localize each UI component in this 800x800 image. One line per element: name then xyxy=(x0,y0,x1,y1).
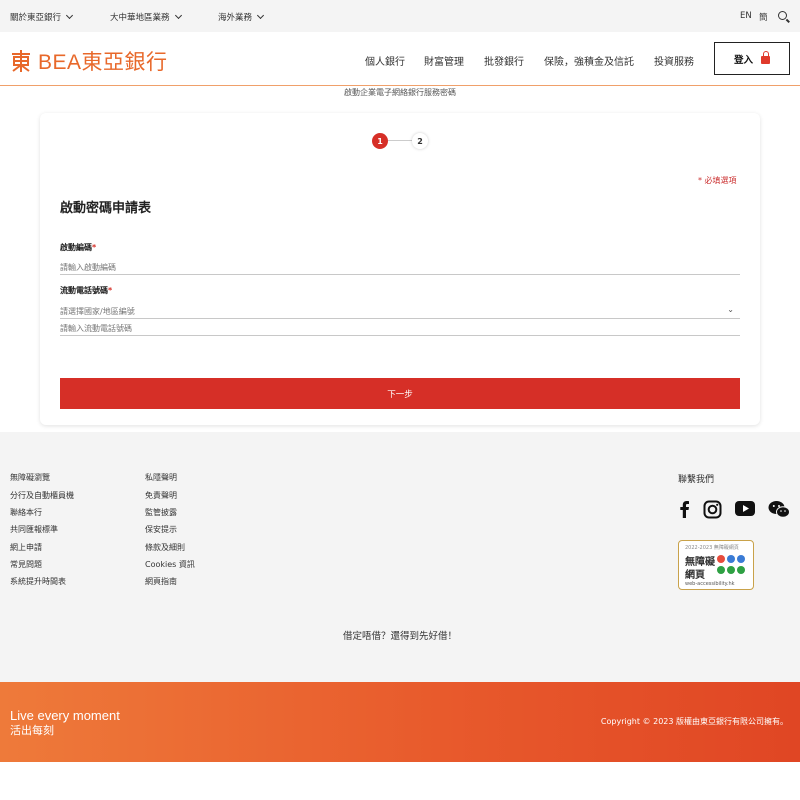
topbar-link-overseas[interactable]: 海外業務 xyxy=(218,11,265,23)
next-step-button[interactable]: 下一步 xyxy=(60,378,740,409)
step-indicator-1: 1 xyxy=(372,133,388,149)
tagline-chinese: 活出每刻 xyxy=(10,724,54,737)
country-code-select[interactable]: 請選擇國家/地區編號 ⌄ xyxy=(60,303,740,319)
bea-emblem-icon xyxy=(12,50,30,72)
site-footer: 無障礙瀏覽 分行及自動櫃員機 聯絡本行 共同匯報標準 網上申請 常見問題 系統提… xyxy=(0,432,800,682)
youtube-icon[interactable] xyxy=(735,501,755,516)
footer-link-accessibility[interactable]: 無障礙瀏覽 xyxy=(10,472,50,483)
wechat-icon[interactable] xyxy=(768,500,790,519)
footer-link-system-schedule[interactable]: 系統提升時間表 xyxy=(10,576,66,587)
chevron-down-icon xyxy=(174,11,182,20)
login-button[interactable]: 登入 xyxy=(714,42,790,75)
nav-investment-services[interactable]: 投資服務 xyxy=(654,53,694,68)
page-subtitle: 啟動企業電子網絡銀行服務密碼 xyxy=(344,88,456,97)
footer-link-regulatory[interactable]: 監管披露 xyxy=(145,507,177,518)
step-indicator-2: 2 xyxy=(412,133,428,149)
search-icon[interactable] xyxy=(778,11,787,20)
form-title: 啟動密碼申請表 xyxy=(60,201,152,216)
footer-link-cookies[interactable]: Cookies 資訊 xyxy=(145,559,195,570)
lang-en-link[interactable]: EN xyxy=(740,11,752,21)
bea-logo[interactable]: BEA東亞銀行 xyxy=(10,46,168,76)
activation-code-input[interactable]: 請輸入啟動編碼 xyxy=(60,259,740,275)
footer-link-security-tips[interactable]: 保安提示 xyxy=(145,524,177,535)
chevron-down-icon xyxy=(65,11,74,20)
lock-icon xyxy=(761,51,770,64)
brand-tagline-bar: Live every moment 活出每刻 Copyright © 2023 … xyxy=(0,682,800,762)
footer-link-disclaimer[interactable]: 免責聲明 xyxy=(145,490,177,501)
facebook-icon[interactable] xyxy=(678,500,690,518)
chevron-down-icon xyxy=(256,11,265,20)
required-fields-note: * 必填選項 xyxy=(698,176,737,185)
brand-name: BEA東亞銀行 xyxy=(38,51,168,74)
nav-insurance-mpf-trust[interactable]: 保險，強積金及信託 xyxy=(544,53,634,68)
tagline-english: Live every moment xyxy=(10,708,120,723)
activation-code-label: 啟動編碼* xyxy=(60,243,97,252)
nav-personal-banking[interactable]: 個人銀行 xyxy=(365,53,405,68)
badge-dots-icon xyxy=(717,555,747,577)
main-header: BEA東亞銀行 個人銀行 財富管理 批發銀行 保險，強積金及信託 投資服務 登入 xyxy=(0,32,800,86)
footer-link-crs[interactable]: 共同匯報標準 xyxy=(10,524,58,535)
dropdown-caret-icon: ⌄ xyxy=(727,305,734,314)
footer-link-terms[interactable]: 條款及細則 xyxy=(145,542,185,553)
footer-link-privacy[interactable]: 私隱聲明 xyxy=(145,472,177,483)
web-accessibility-badge[interactable]: 2022-2023 無障礙網頁 無障礙 網頁 web-accessibility… xyxy=(678,540,754,590)
copyright-text: Copyright © 2023 版權由東亞銀行有限公司擁有。 xyxy=(600,717,788,726)
activation-form-card: 1 2 * 必填選項 啟動密碼申請表 啟動編碼* 請輸入啟動編碼 流動電話號碼*… xyxy=(40,113,760,425)
footer-link-web-guide[interactable]: 網頁指南 xyxy=(145,576,177,587)
top-utility-bar: 關於東亞銀行 大中華地區業務 海外業務 EN 簡 xyxy=(0,0,800,32)
mobile-number-input[interactable]: 請輸入流動電話號碼 xyxy=(60,320,740,336)
nav-wholesale-banking[interactable]: 批發銀行 xyxy=(484,53,524,68)
step-connector xyxy=(388,140,412,141)
lang-sc-link[interactable]: 簡 xyxy=(759,11,768,23)
nav-wealth-management[interactable]: 財富管理 xyxy=(424,53,464,68)
footer-link-faq[interactable]: 常見問題 xyxy=(10,559,42,570)
footer-slogan: 借定唔借？還得到先好借！ xyxy=(342,631,457,642)
topbar-link-about[interactable]: 關於東亞銀行 xyxy=(10,11,74,23)
contact-us-title: 聯繫我們 xyxy=(678,475,715,485)
footer-link-online-application[interactable]: 網上申請 xyxy=(10,542,42,553)
footer-link-branches-atm[interactable]: 分行及自動櫃員機 xyxy=(10,490,74,501)
instagram-icon[interactable] xyxy=(703,500,722,519)
mobile-number-label: 流動電話號碼* xyxy=(60,286,113,295)
topbar-link-greater-china[interactable]: 大中華地區業務 xyxy=(110,11,182,23)
footer-link-contact-us[interactable]: 聯絡本行 xyxy=(10,507,42,518)
